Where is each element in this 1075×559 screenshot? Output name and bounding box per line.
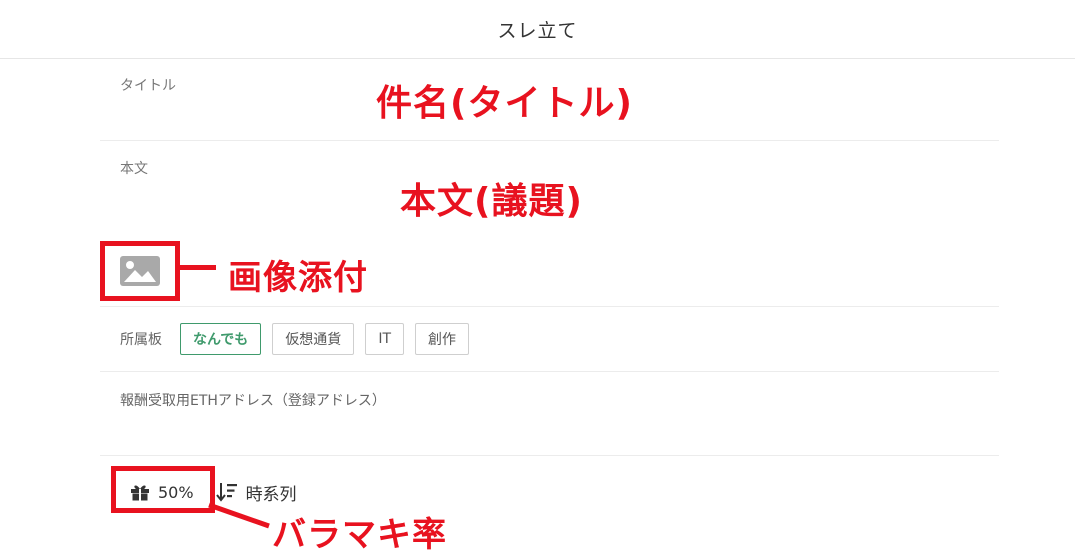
divider [100,455,999,456]
annotation-reward-line [208,502,270,529]
reward-rate-value: 50% [158,482,194,502]
page-header: スレ立て [0,0,1075,59]
annotation-title: 件名(タイトル) [376,83,633,124]
divider [100,306,999,307]
board-row: 所属板 なんでも 仮想通貨 IT 創作 [120,322,480,356]
title-field-label: タイトル [120,78,176,94]
divider [100,371,999,372]
gift-icon [131,485,149,501]
annotation-image: 画像添付 [228,258,368,298]
image-icon [120,256,160,286]
annotation-reward: バラマキ率 [272,515,447,555]
eth-address-label: 報酬受取用ETHアドレス（登録アドレス） [120,393,386,409]
sort-descending-icon [215,483,237,502]
board-chip-creative[interactable]: 創作 [415,323,469,355]
page-title: スレ立て [497,19,578,42]
divider [100,140,999,141]
reward-rate-button[interactable]: 50% [130,483,194,502]
board-chip-crypto[interactable]: 仮想通貨 [272,323,355,355]
board-chip-nandemo[interactable]: なんでも [180,323,262,355]
image-attach-button[interactable] [120,256,160,286]
body-field-label: 本文 [120,161,148,177]
board-chip-it[interactable]: IT [365,323,404,355]
annotation-body: 本文(議題) [400,181,583,222]
board-label: 所属板 [120,332,162,348]
annotation-image-line [180,265,216,270]
